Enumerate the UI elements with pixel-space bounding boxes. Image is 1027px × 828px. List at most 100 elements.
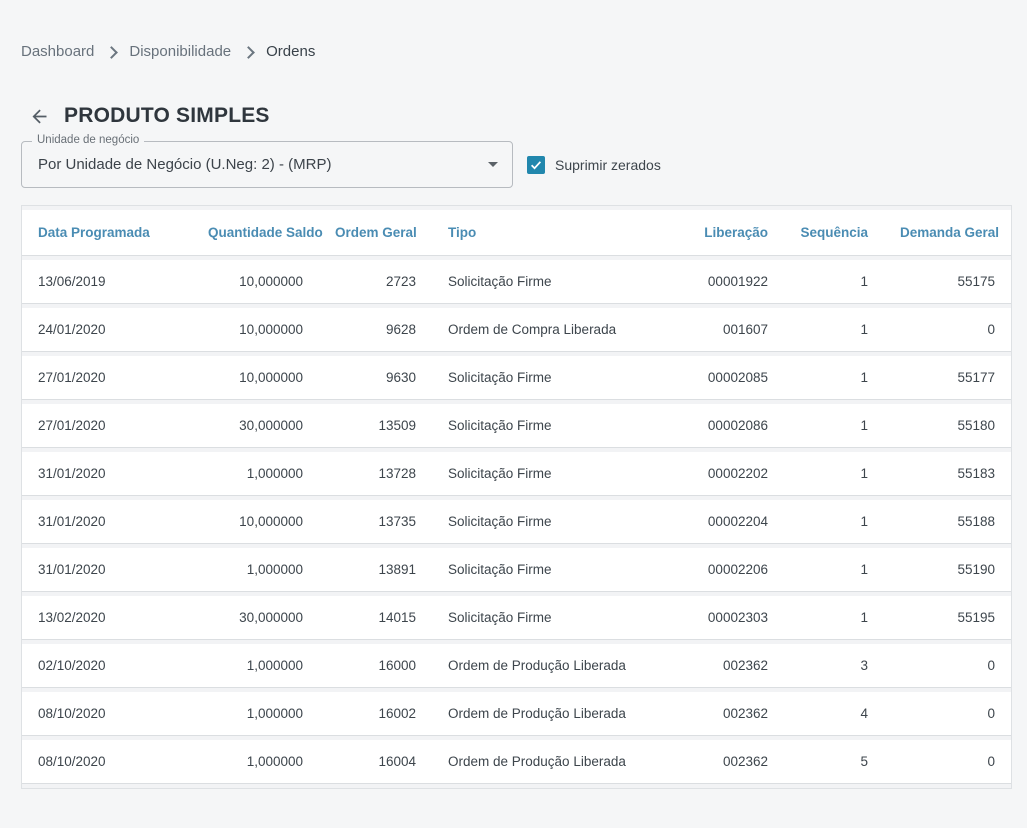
table-row[interactable]: 31/01/2020 1,000000 13891 Solicitação Firme…	[22, 548, 1011, 592]
cell-ordem-geral: 2723	[319, 260, 432, 304]
orders-table: Data Programada Quantidade Saldo Ordem Ger…	[21, 205, 1012, 789]
table-row[interactable]: 02/10/2020 1,000000 16000 Ordem de Produção…	[22, 644, 1011, 688]
column-header-tipo[interactable]: Tipo	[432, 210, 662, 256]
cell-quantidade-saldo: 1,000000	[192, 740, 319, 784]
cell-data-programada: 08/10/2020	[22, 692, 192, 736]
cell-ordem-geral: 9628	[319, 308, 432, 352]
cell-sequencia: 1	[784, 356, 884, 400]
cell-quantidade-saldo: 1,000000	[192, 644, 319, 688]
cell-sequencia: 3	[784, 644, 884, 688]
cell-quantidade-saldo: 1,000000	[192, 452, 319, 496]
column-header-ordem-geral[interactable]: Ordem Geral	[319, 210, 432, 256]
breadcrumb: Dashboard Disponibilidade Ordens	[21, 43, 1012, 60]
orders-table-grid: Data Programada Quantidade Saldo Ordem Ger…	[22, 206, 1011, 788]
table-row[interactable]: 08/10/2020 1,000000 16002 Ordem de Produção…	[22, 692, 1011, 736]
cell-tipo: Solicitação Firme	[432, 548, 662, 592]
cell-ordem-geral: 13728	[319, 452, 432, 496]
breadcrumb-item-disponibilidade[interactable]: Disponibilidade	[129, 43, 231, 60]
cell-data-programada: 13/06/2019	[22, 260, 192, 304]
back-arrow-icon[interactable]	[29, 106, 50, 127]
filter-row: Unidade de negócio Por Unidade de Negóci…	[21, 134, 1012, 188]
cell-tipo: Solicitação Firme	[432, 260, 662, 304]
cell-data-programada: 08/10/2020	[22, 740, 192, 784]
breadcrumb-item-dashboard[interactable]: Dashboard	[21, 43, 94, 60]
cell-quantidade-saldo: 1,000000	[192, 692, 319, 736]
business-unit-select[interactable]: Unidade de negócio Por Unidade de Negóci…	[21, 134, 513, 188]
chevron-down-icon	[488, 162, 498, 167]
cell-demanda-geral: 0	[884, 308, 1011, 352]
table-row[interactable]: 24/01/2020 10,000000 9628 Ordem de Compra L…	[22, 308, 1011, 352]
table-row[interactable]: 31/01/2020 1,000000 13728 Solicitação Firme…	[22, 452, 1011, 496]
cell-sequencia: 1	[784, 500, 884, 544]
cell-sequencia: 1	[784, 308, 884, 352]
table-row[interactable]: 13/06/2019 10,000000 2723 Solicitação Firme…	[22, 260, 1011, 304]
breadcrumb-item-ordens[interactable]: Ordens	[266, 43, 315, 60]
cell-quantidade-saldo: 10,000000	[192, 500, 319, 544]
chevron-right-icon	[105, 45, 119, 59]
cell-quantidade-saldo: 30,000000	[192, 596, 319, 640]
table-header-row: Data Programada Quantidade Saldo Ordem Ger…	[22, 210, 1011, 256]
cell-quantidade-saldo: 10,000000	[192, 356, 319, 400]
cell-sequencia: 1	[784, 548, 884, 592]
cell-demanda-geral: 55190	[884, 548, 1011, 592]
column-header-sequencia[interactable]: Sequência	[784, 210, 884, 256]
cell-tipo: Ordem de Produção Liberada	[432, 692, 662, 736]
cell-data-programada: 13/02/2020	[22, 596, 192, 640]
cell-liberacao: 00002303	[662, 596, 784, 640]
cell-sequencia: 1	[784, 260, 884, 304]
column-header-liberacao[interactable]: Liberação	[662, 210, 784, 256]
cell-ordem-geral: 16004	[319, 740, 432, 784]
table-row[interactable]: 27/01/2020 30,000000 13509 Solicitação Firm…	[22, 404, 1011, 448]
cell-demanda-geral: 55177	[884, 356, 1011, 400]
cell-liberacao: 00002086	[662, 404, 784, 448]
cell-sequencia: 1	[784, 596, 884, 640]
cell-ordem-geral: 13509	[319, 404, 432, 448]
suppress-zeros-checkbox[interactable]: Suprimir zerados	[527, 155, 661, 174]
cell-tipo: Solicitação Firme	[432, 500, 662, 544]
table-row[interactable]: 31/01/2020 10,000000 13735 Solicitação Firm…	[22, 500, 1011, 544]
table-body: 13/06/2019 10,000000 2723 Solicitação Firme…	[22, 260, 1011, 784]
cell-data-programada: 31/01/2020	[22, 500, 192, 544]
column-header-quantidade-saldo[interactable]: Quantidade Saldo	[192, 210, 323, 256]
business-unit-select-value: Por Unidade de Negócio (U.Neg: 2) - (MRP…	[38, 156, 332, 173]
cell-ordem-geral: 13735	[319, 500, 432, 544]
cell-demanda-geral: 55188	[884, 500, 1011, 544]
cell-liberacao: 00002206	[662, 548, 784, 592]
cell-liberacao: 00001922	[662, 260, 784, 304]
checkbox-checked-icon[interactable]	[527, 155, 545, 174]
cell-tipo: Ordem de Produção Liberada	[432, 740, 662, 784]
table-row[interactable]: 08/10/2020 1,000000 16004 Ordem de Produção…	[22, 740, 1011, 784]
chevron-right-icon	[242, 45, 255, 59]
cell-sequencia: 1	[784, 452, 884, 496]
cell-demanda-geral: 0	[884, 692, 1011, 736]
cell-sequencia: 5	[784, 740, 884, 784]
cell-data-programada: 27/01/2020	[22, 356, 192, 400]
cell-sequencia: 1	[784, 404, 884, 448]
cell-demanda-geral: 55195	[884, 596, 1011, 640]
cell-data-programada: 02/10/2020	[22, 644, 192, 688]
cell-data-programada: 31/01/2020	[22, 452, 192, 496]
cell-quantidade-saldo: 1,000000	[192, 548, 319, 592]
page: Dashboard Disponibilidade Ordens PRODUTO S…	[0, 43, 1027, 789]
cell-liberacao: 00002202	[662, 452, 784, 496]
cell-sequencia: 4	[784, 692, 884, 736]
cell-tipo: Solicitação Firme	[432, 596, 662, 640]
column-header-demanda-geral[interactable]: Demanda Geral	[884, 210, 1011, 256]
cell-data-programada: 24/01/2020	[22, 308, 192, 352]
cell-liberacao: 002362	[662, 740, 784, 784]
cell-tipo: Solicitação Firme	[432, 356, 662, 400]
cell-liberacao: 002362	[662, 692, 784, 736]
cell-ordem-geral: 16002	[319, 692, 432, 736]
cell-data-programada: 31/01/2020	[22, 548, 192, 592]
cell-ordem-geral: 14015	[319, 596, 432, 640]
table-row[interactable]: 13/02/2020 30,000000 14015 Solicitação Firm…	[22, 596, 1011, 640]
table-row[interactable]: 27/01/2020 10,000000 9630 Solicitação Firme…	[22, 356, 1011, 400]
cell-liberacao: 00002085	[662, 356, 784, 400]
column-header-data-programada[interactable]: Data Programada	[22, 210, 192, 256]
cell-liberacao: 002362	[662, 644, 784, 688]
cell-liberacao: 001607	[662, 308, 784, 352]
cell-quantidade-saldo: 30,000000	[192, 404, 319, 448]
business-unit-select-label: Unidade de negócio	[32, 134, 145, 146]
suppress-zeros-label: Suprimir zerados	[555, 156, 661, 173]
cell-demanda-geral: 55183	[884, 452, 1011, 496]
